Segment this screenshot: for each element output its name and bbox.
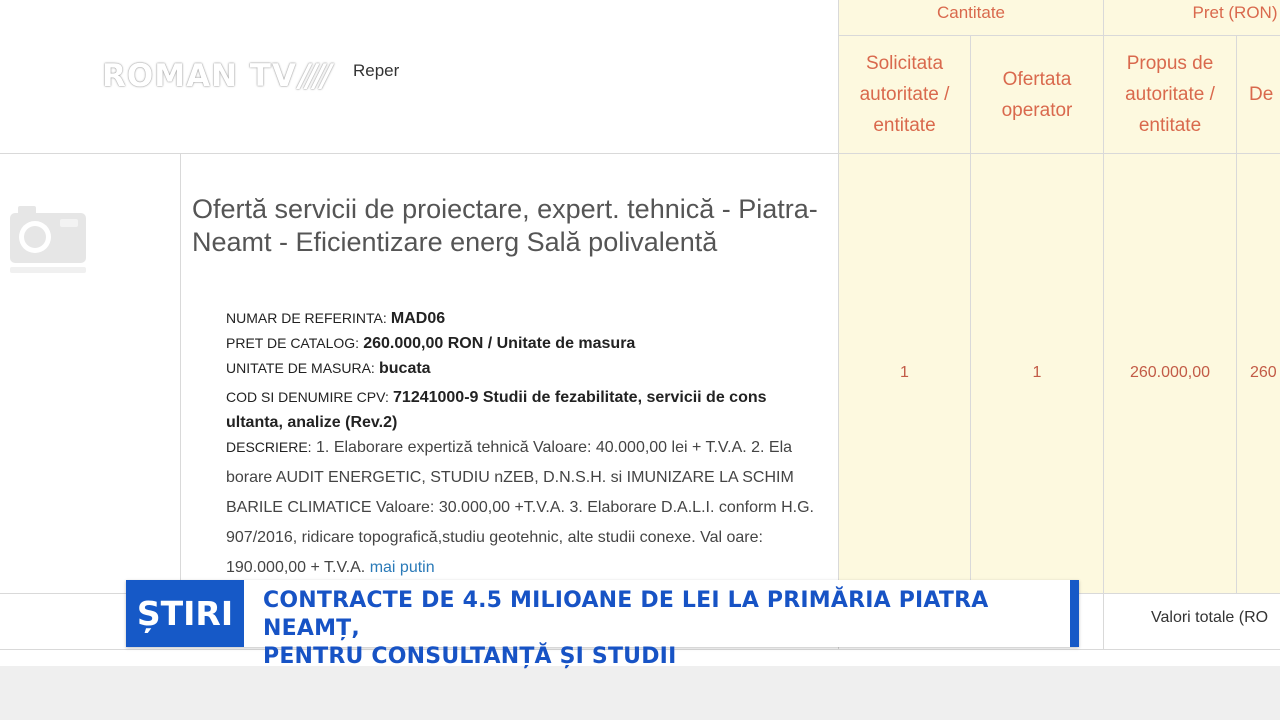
pret-header: Pret (RON) xyxy=(1192,3,1278,22)
page-footer-band xyxy=(0,666,1280,720)
ofertata-header: Ofertata operator xyxy=(1001,69,1073,121)
reper-column-header: Reper xyxy=(353,61,400,80)
solicitata-header: Solicitata autoritate / entitate xyxy=(859,53,950,136)
ticker-edge xyxy=(1070,580,1079,647)
mai-putin-link[interactable]: mai putin xyxy=(370,559,435,576)
price-de: 260 xyxy=(1250,364,1277,381)
field-cod-cpv: COD SI DENUMIRE CPV: 71241000-9 Studii d… xyxy=(226,389,767,431)
propus-header: Propus de autoritate / entitate xyxy=(1125,53,1215,136)
field-unitate-masura: UNITATE DE MASURA: bucata xyxy=(226,360,431,377)
camera-icon xyxy=(8,201,88,277)
field-pret-catalog: PRET DE CATALOG: 260.000,00 RON / Unitat… xyxy=(226,335,636,352)
qty-offered: 1 xyxy=(1032,364,1042,381)
field-descriere: DESCRIERE: 1. Elaborare expertiză tehnic… xyxy=(226,439,814,576)
stiri-badge: ȘTIRI xyxy=(126,580,244,647)
product-title: Ofertă servicii de proiectare, expert. t… xyxy=(192,194,818,257)
price-proposed: 260.000,00 xyxy=(1129,364,1211,381)
roman-tv-logo: ROMAN TV//// xyxy=(102,58,332,94)
qty-requested: 1 xyxy=(900,364,909,381)
ticker-headline: CONTRACTE DE 4.5 MILIOANE DE LEI LA PRIM… xyxy=(263,588,989,669)
field-numar-referinta: NUMAR DE REFERINTA: MAD06 xyxy=(226,310,446,327)
cantitate-header: Cantitate xyxy=(936,3,1006,22)
de-header: De xyxy=(1249,84,1274,105)
totals-label: Valori totale (RO xyxy=(1151,609,1269,626)
